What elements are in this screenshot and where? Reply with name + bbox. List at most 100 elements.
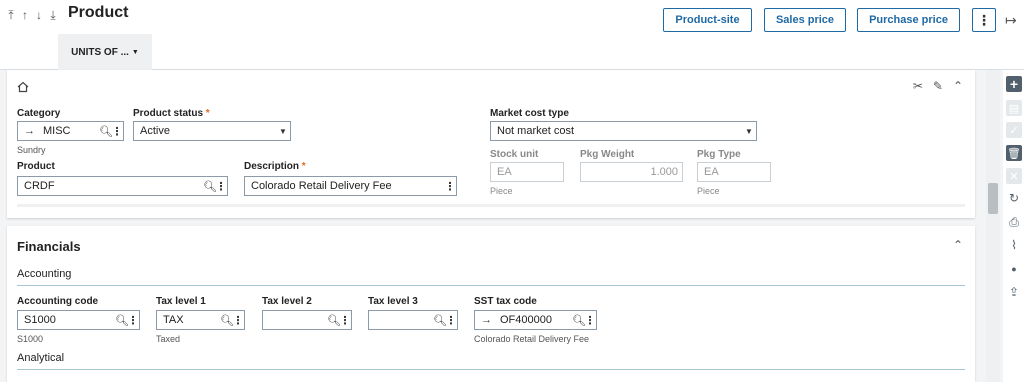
pkg-weight-value: 1.000 xyxy=(650,166,678,178)
top-bar: ⤒ ↑ ↓ ⤓ Product UNITS OF ... ▼ Product-s… xyxy=(0,0,1024,70)
market-cost-type-value: Not market cost xyxy=(497,125,575,137)
search-icon[interactable]: 🔍︎ xyxy=(572,314,586,327)
financials-title: Financials xyxy=(17,239,81,254)
field-menu-icon[interactable]: ⋮ xyxy=(339,314,351,327)
required-mark: * xyxy=(301,161,306,172)
financials-card: Financials ⌃ Accounting Accounting code … xyxy=(7,226,975,382)
first-record-icon[interactable]: ⤒ xyxy=(6,8,16,23)
arrow-right-icon[interactable]: → xyxy=(24,125,35,137)
accounting-code-description: S1000 xyxy=(17,334,44,344)
tax-level-1-value: TAX xyxy=(163,314,184,326)
field-menu-icon[interactable]: ⋮ xyxy=(584,314,596,327)
field-menu-icon[interactable]: ⋮ xyxy=(232,314,244,327)
pkg-type-value: EA xyxy=(704,166,719,178)
collapse-icon[interactable]: ⌃ xyxy=(953,79,963,93)
exit-icon[interactable]: ↦ xyxy=(1005,12,1017,29)
accounting-code-value: S1000 xyxy=(24,314,56,326)
field-menu-icon[interactable]: ⋮ xyxy=(215,180,227,193)
stock-unit-field: EA xyxy=(490,162,564,182)
home-icon[interactable] xyxy=(17,81,29,93)
accounting-title: Accounting xyxy=(17,268,72,280)
required-mark: * xyxy=(205,108,210,119)
scrollbar-track[interactable] xyxy=(986,70,1000,382)
product-status-label: Product status * xyxy=(133,108,210,119)
attachment-icon[interactable]: ⌇ xyxy=(1006,237,1022,253)
pkg-type-label: Pkg Type xyxy=(697,149,741,160)
collapse-icon[interactable]: ⌃ xyxy=(953,238,963,252)
tab-units-of-label: UNITS OF ... xyxy=(71,46,129,58)
pkg-type-field: EA xyxy=(697,162,771,182)
save-icon: ▤ xyxy=(1006,100,1022,116)
export-icon[interactable]: ⇪ xyxy=(1006,284,1022,300)
search-icon[interactable]: 🔍︎ xyxy=(433,314,447,327)
accounting-divider xyxy=(17,285,965,286)
field-menu-icon[interactable]: ⋮ xyxy=(444,180,456,193)
next-record-icon[interactable]: ↓ xyxy=(34,8,44,23)
search-icon[interactable]: 🔍︎ xyxy=(203,180,217,193)
tax-level-2-field[interactable]: 🔍︎ ⋮ xyxy=(262,310,352,330)
pkg-weight-field: 1.000 xyxy=(580,162,683,182)
stock-unit-label: Stock unit xyxy=(490,149,539,160)
category-field[interactable]: → MISC 🔍︎ ⋮ xyxy=(17,121,124,141)
scrollbar-thumb[interactable] xyxy=(988,183,998,214)
sst-tax-code-label: SST tax code xyxy=(474,296,537,307)
edit-icon[interactable]: ✎ xyxy=(933,79,943,93)
refresh-icon[interactable]: ↻ xyxy=(1006,190,1022,206)
tab-units-of[interactable]: UNITS OF ... ▼ xyxy=(58,34,152,70)
description-label-text: Description xyxy=(244,161,300,172)
product-field[interactable]: CRDF 🔍︎ ⋮ xyxy=(17,176,228,196)
accounting-code-label: Accounting code xyxy=(17,296,99,307)
tax-level-1-label: Tax level 1 xyxy=(156,296,206,307)
pkg-type-description: Piece xyxy=(697,186,720,196)
market-cost-type-label: Market cost type xyxy=(490,108,569,119)
search-icon[interactable]: 🔍︎ xyxy=(220,314,234,327)
stock-unit-value: EA xyxy=(497,166,512,178)
card-divider xyxy=(17,204,965,207)
product-status-label-text: Product status xyxy=(133,108,204,119)
previous-record-icon[interactable]: ↑ xyxy=(20,8,30,23)
tax-level-3-field[interactable]: 🔍︎ ⋮ xyxy=(368,310,458,330)
tax-level-3-label: Tax level 3 xyxy=(368,296,418,307)
comment-icon[interactable]: ● xyxy=(1006,261,1022,277)
market-cost-type-select[interactable]: Not market cost ▼ xyxy=(490,121,757,141)
field-menu-icon[interactable]: ⋮ xyxy=(445,314,457,327)
print-icon[interactable]: ⎙ xyxy=(1006,214,1022,230)
chevron-down-icon: ▼ xyxy=(745,126,753,136)
arrow-right-icon[interactable]: → xyxy=(481,314,492,326)
sst-tax-code-description: Colorado Retail Delivery Fee xyxy=(474,334,590,344)
add-icon[interactable]: + xyxy=(1006,76,1022,92)
delete-icon[interactable]: 🗑︎ xyxy=(1006,145,1022,161)
chevron-down-icon: ▼ xyxy=(131,48,139,56)
search-icon[interactable]: 🔍︎ xyxy=(327,314,341,327)
purchase-price-button[interactable]: Purchase price xyxy=(857,8,960,32)
product-site-button[interactable]: Product-site xyxy=(663,8,752,32)
check-icon: ✓ xyxy=(1006,122,1022,138)
more-actions-button[interactable]: ⋮ xyxy=(972,8,996,32)
product-status-value: Active xyxy=(140,125,170,137)
field-menu-icon[interactable]: ⋮ xyxy=(127,314,139,327)
pkg-weight-label: Pkg Weight xyxy=(580,149,635,160)
chevron-down-icon: ▼ xyxy=(279,126,287,136)
category-label: Category xyxy=(17,108,61,119)
field-menu-icon[interactable]: ⋮ xyxy=(111,125,123,138)
analytical-title: Analytical xyxy=(17,352,65,364)
tools-icon[interactable]: ✂ xyxy=(913,79,923,93)
product-status-select[interactable]: Active ▼ xyxy=(133,121,291,141)
analytical-divider xyxy=(17,369,965,370)
stock-unit-description: Piece xyxy=(490,186,513,196)
tax-level-1-field[interactable]: TAX 🔍︎ ⋮ xyxy=(156,310,245,330)
page-title: Product xyxy=(68,4,129,21)
description-value: Colorado Retail Delivery Fee xyxy=(251,180,392,192)
search-icon[interactable]: 🔍︎ xyxy=(99,125,113,138)
description-field[interactable]: Colorado Retail Delivery Fee ⋮ xyxy=(244,176,457,196)
search-icon[interactable]: 🔍︎ xyxy=(115,314,129,327)
last-record-icon[interactable]: ⤓ xyxy=(48,8,58,23)
category-description: Sundry xyxy=(17,145,46,155)
card-tools: ✂ ✎ ⌃ xyxy=(913,79,963,93)
product-label: Product xyxy=(17,161,55,172)
sst-tax-code-field[interactable]: → OF400000 🔍︎ ⋮ xyxy=(474,310,597,330)
cancel-icon: ✕ xyxy=(1006,168,1022,184)
accounting-code-field[interactable]: S1000 🔍︎ ⋮ xyxy=(17,310,140,330)
product-value: CRDF xyxy=(24,180,55,192)
sales-price-button[interactable]: Sales price xyxy=(764,8,846,32)
